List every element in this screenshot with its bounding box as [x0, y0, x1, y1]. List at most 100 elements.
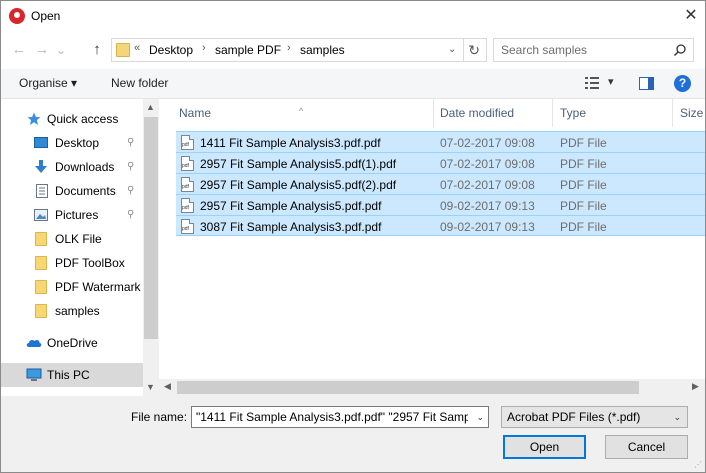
file-name-label: File name: [131, 410, 188, 424]
breadcrumb-samples[interactable]: samples [300, 43, 345, 57]
pin-icon: ⚲ [127, 161, 135, 172]
address-bar[interactable]: « Desktop › sample PDF › samples ⌄ ↻ [111, 38, 487, 62]
file-type: PDF File [560, 136, 607, 150]
refresh-icon[interactable]: ↻ [468, 42, 480, 59]
dialog-footer: File name: "1411 Fit Sample Analysis3.pd… [1, 396, 705, 472]
file-type: PDF File [560, 220, 607, 234]
column-divider[interactable] [672, 99, 673, 127]
pdf-file-icon [181, 135, 194, 150]
cancel-button[interactable]: Cancel [605, 435, 688, 459]
sidebar-item-documents[interactable]: Documents ⚲ [1, 179, 143, 203]
search-icon[interactable] [673, 43, 687, 57]
search-input[interactable]: Search samples [493, 38, 694, 62]
sidebar-item-olk-file[interactable]: OLK File [1, 227, 143, 251]
organise-menu[interactable]: Organise ▾ [19, 76, 77, 90]
file-name-field[interactable]: "1411 Fit Sample Analysis3.pdf.pdf" "295… [191, 406, 489, 428]
dialog-title: Open [31, 9, 61, 23]
navigation-pane: Quick access Desktop ⚲ Downloads ⚲ Docum… [1, 99, 159, 396]
file-row[interactable]: 2957 Fit Sample Analysis5.pdf(1).pdf 07-… [176, 152, 705, 173]
recent-locations-button[interactable]: ⌄ [51, 39, 71, 61]
scrollbar-thumb[interactable] [144, 117, 158, 339]
column-size[interactable]: Size [680, 106, 703, 120]
sidebar-item-label: This PC [47, 368, 90, 382]
view-dropdown-icon[interactable]: ▾ [608, 75, 614, 88]
file-row[interactable]: 3087 Fit Sample Analysis3.pdf.pdf 09-02-… [176, 215, 705, 236]
scroll-right-icon[interactable]: ▶ [692, 381, 699, 392]
help-icon[interactable]: ? [674, 75, 691, 92]
preview-pane-icon[interactable] [639, 77, 654, 90]
back-button[interactable]: ← [9, 39, 29, 61]
sidebar-item-label: PDF ToolBox [55, 256, 125, 270]
file-date: 07-02-2017 09:08 [440, 136, 535, 150]
pdf-file-icon [181, 177, 194, 192]
file-name: 3087 Fit Sample Analysis3.pdf.pdf [200, 220, 382, 234]
scroll-down-icon[interactable]: ▼ [146, 382, 155, 392]
breadcrumb-desktop[interactable]: Desktop [149, 43, 193, 57]
open-button[interactable]: Open [503, 435, 586, 459]
file-row[interactable]: 2957 Fit Sample Analysis5.pdf.pdf 09-02-… [176, 194, 705, 215]
sidebar-item-pdf-watermark[interactable]: PDF Watermark [1, 275, 143, 299]
forward-button[interactable]: → [32, 39, 52, 61]
breadcrumb-separator[interactable]: › [202, 42, 206, 54]
download-icon [35, 160, 47, 173]
file-type: PDF File [560, 199, 607, 213]
file-date: 09-02-2017 09:13 [440, 199, 535, 213]
close-button[interactable]: ✕ [681, 6, 701, 26]
file-name: 2957 Fit Sample Analysis5.pdf.pdf [200, 199, 382, 213]
pdf-file-icon [181, 219, 194, 234]
search-placeholder: Search samples [501, 43, 588, 57]
desktop-icon [34, 137, 48, 148]
file-row[interactable]: 2957 Fit Sample Analysis5.pdf(2).pdf 07-… [176, 173, 705, 194]
folder-icon [35, 304, 47, 318]
scroll-left-icon[interactable]: ◀ [164, 381, 171, 392]
file-name: 1411 Fit Sample Analysis3.pdf.pdf [200, 136, 381, 150]
sidebar-item-label: samples [55, 304, 100, 318]
app-icon [9, 8, 25, 24]
sidebar-item-pdf-toolbox[interactable]: PDF ToolBox [1, 251, 143, 275]
sidebar-item-this-pc[interactable]: This PC [1, 363, 143, 387]
chevron-down-icon[interactable]: ⌄ [476, 412, 484, 423]
pdf-file-icon [181, 156, 194, 171]
sidebar-item-samples[interactable]: samples [1, 299, 143, 323]
column-name[interactable]: Name [179, 106, 211, 120]
folder-icon [35, 232, 47, 246]
sidebar-item-desktop[interactable]: Desktop ⚲ [1, 131, 143, 155]
sidebar-item-downloads[interactable]: Downloads ⚲ [1, 155, 143, 179]
column-date-modified[interactable]: Date modified [440, 106, 514, 120]
file-type-select[interactable]: Acrobat PDF Files (*.pdf) ⌄ [501, 406, 688, 428]
address-dropdown-icon[interactable]: ⌄ [448, 44, 460, 56]
sidebar-item-label: PDF Watermark [55, 280, 141, 294]
chevron-down-icon[interactable]: ⌄ [673, 412, 681, 423]
sidebar-item-quick-access[interactable]: Quick access [1, 107, 143, 131]
resize-grip-icon[interactable]: ⋰ [694, 460, 702, 469]
file-type: PDF File [560, 178, 607, 192]
pdf-file-icon [181, 198, 194, 213]
column-divider[interactable] [552, 99, 553, 127]
scroll-up-icon[interactable]: ▲ [146, 102, 155, 112]
sidebar-item-onedrive[interactable]: OneDrive [1, 331, 143, 355]
cloud-icon [26, 339, 42, 347]
column-divider[interactable] [433, 99, 434, 127]
command-bar: Organise ▾ New folder ▾ ? [1, 69, 705, 99]
sidebar-scrollbar[interactable]: ▲ ▼ [143, 99, 159, 396]
documents-icon [36, 184, 48, 198]
file-date: 09-02-2017 09:13 [440, 220, 535, 234]
column-headers: ^ Name Date modified Type Size [159, 99, 705, 127]
column-type[interactable]: Type [560, 106, 586, 120]
star-icon [27, 112, 41, 125]
sidebar-item-label: Pictures [55, 208, 99, 222]
breadcrumb-separator[interactable]: › [287, 42, 291, 54]
breadcrumb-sample-pdf[interactable]: sample PDF [215, 43, 281, 57]
file-list: ^ Name Date modified Type Size 1411 Fit … [159, 99, 705, 396]
address-overflow[interactable]: « [134, 42, 140, 54]
horizontal-scrollbar[interactable]: ◀ ▶ [159, 379, 705, 396]
file-row[interactable]: 1411 Fit Sample Analysis3.pdf.pdf 07-02-… [176, 131, 705, 152]
sidebar-item-label: OLK File [55, 232, 102, 246]
file-name-value[interactable]: "1411 Fit Sample Analysis3.pdf.pdf" "295… [196, 410, 468, 424]
pin-icon: ⚲ [127, 137, 135, 148]
change-view-icon[interactable] [585, 77, 601, 89]
sidebar-item-pictures[interactable]: Pictures ⚲ [1, 203, 143, 227]
up-folder-button[interactable]: ↑ [87, 39, 107, 61]
new-folder-button[interactable]: New folder [111, 76, 168, 90]
scrollbar-thumb[interactable] [177, 381, 639, 394]
